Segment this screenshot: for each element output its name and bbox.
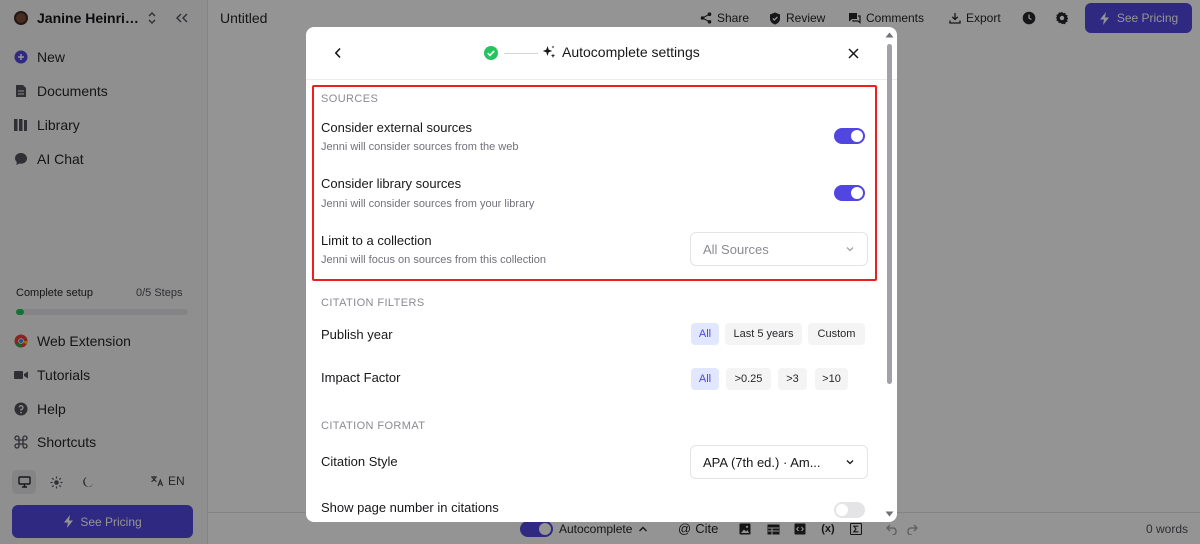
- impact-factor-3-chip[interactable]: >3: [778, 368, 807, 390]
- chevron-left-icon: [334, 47, 341, 59]
- publish-year-title: Publish year: [321, 327, 393, 342]
- scroll-down-icon[interactable]: [885, 511, 894, 517]
- citation-filters-section-label: CITATION FILTERS: [321, 297, 425, 309]
- step-connector: [504, 53, 538, 54]
- impact-factor-0-25-chip[interactable]: >0.25: [726, 368, 771, 390]
- impact-factor-all-chip[interactable]: All: [691, 368, 719, 390]
- back-button[interactable]: [330, 45, 346, 61]
- close-icon: [847, 47, 859, 59]
- scrollbar-thumb[interactable]: [887, 44, 892, 384]
- impact-factor-title: Impact Factor: [321, 370, 401, 385]
- publish-year-last-5-years-chip[interactable]: Last 5 years: [725, 323, 802, 345]
- page-number-toggle[interactable]: [834, 502, 865, 518]
- check-circle-icon: [484, 46, 498, 60]
- page-number-title: Show page number in citations: [321, 500, 499, 515]
- close-button[interactable]: [845, 45, 861, 61]
- chevron-down-icon: [846, 460, 854, 465]
- impact-factor-10-chip[interactable]: >10: [815, 368, 848, 390]
- dialog-title-text: Autocomplete settings: [562, 44, 700, 60]
- sources-highlight-box: [312, 85, 877, 281]
- dialog-title: Autocomplete settings: [542, 44, 700, 60]
- citation-style-value: APA (7th ed.) · Am...: [703, 454, 821, 470]
- publish-year-all-chip[interactable]: All: [691, 323, 719, 345]
- citation-style-select[interactable]: APA (7th ed.) · Am...: [690, 445, 868, 479]
- sparkles-icon: [542, 45, 556, 58]
- publish-year-custom-chip[interactable]: Custom: [808, 323, 865, 345]
- scroll-up-icon[interactable]: [885, 32, 894, 38]
- autocomplete-settings-dialog: Autocomplete settings SOURCES Consider e…: [306, 27, 897, 522]
- dialog-header: Autocomplete settings: [306, 27, 897, 80]
- dialog-scrollbar[interactable]: [883, 27, 897, 522]
- citation-format-section-label: CITATION FORMAT: [321, 420, 426, 432]
- citation-style-title: Citation Style: [321, 454, 398, 469]
